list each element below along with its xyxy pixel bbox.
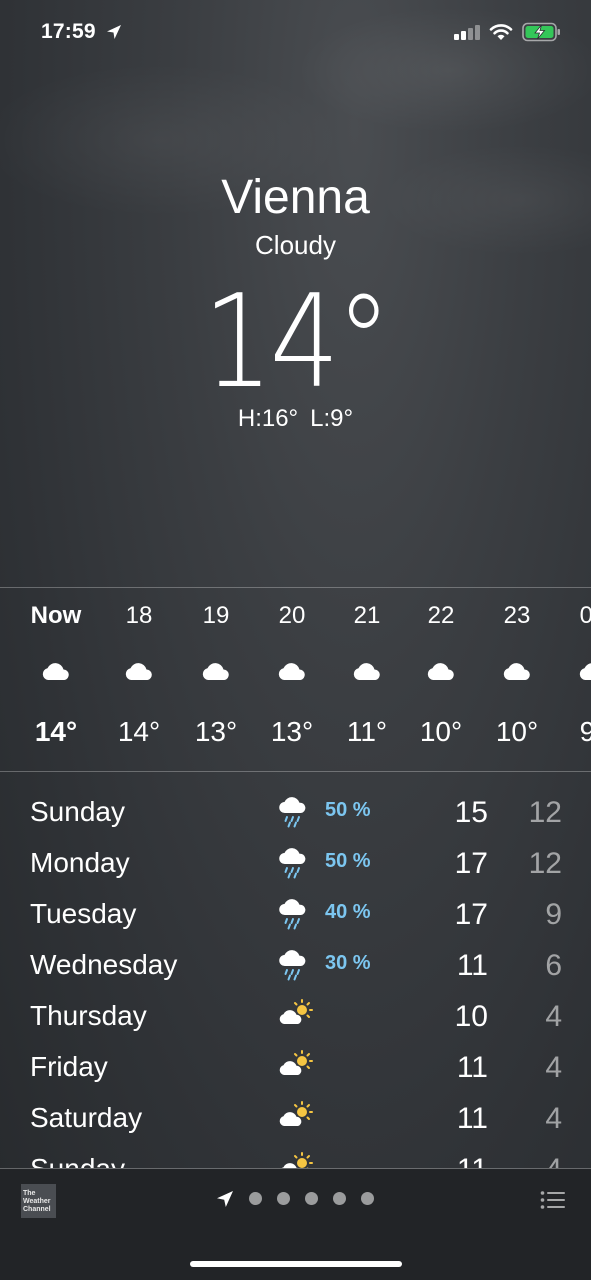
hour-temp: 14°: [34, 716, 78, 747]
rain-cloud-icon: [279, 899, 306, 930]
cloud-icon: [503, 663, 530, 680]
hour-temp: 11°: [346, 716, 388, 747]
day-name: Sunday: [30, 1153, 125, 1168]
divider-toolbar: [0, 1168, 591, 1169]
hour-temp: 9°: [579, 716, 591, 747]
day-name: Monday: [30, 847, 130, 878]
cloud-icon: [353, 663, 380, 680]
daily-row: Saturday 11 4: [0, 1088, 591, 1139]
day-name: Thursday: [30, 1000, 147, 1031]
day-low: 4: [545, 1000, 562, 1033]
day-high: 11: [456, 1102, 488, 1135]
daily-row: Tuesday 40 % 17 9: [0, 884, 591, 935]
day-low: 4: [545, 1051, 562, 1084]
city-name: Vienna: [221, 171, 370, 224]
cloud-icon: [427, 663, 454, 680]
page-dot[interactable]: [305, 1192, 318, 1205]
day-high: 10: [454, 1000, 488, 1033]
cloud-icon: [579, 663, 591, 680]
day-low: 9: [545, 898, 562, 931]
weather-channel-logo[interactable]: The Weather Channel: [21, 1184, 56, 1218]
precip-chance: 50 %: [325, 799, 371, 821]
city-list-icon[interactable]: [540, 1190, 566, 1210]
precip-chance: 50 %: [325, 850, 371, 872]
daily-forecast[interactable]: Sunday 50 % 15 12 Monday 50 % 17 12 Tues…: [0, 772, 591, 1168]
day-high: 15: [454, 796, 488, 829]
day-low: 4: [545, 1102, 562, 1135]
day-high: 17: [454, 898, 488, 931]
home-indicator[interactable]: [190, 1261, 402, 1267]
hour-label: 19: [202, 602, 230, 629]
wifi-icon: [489, 24, 513, 40]
day-low: 4: [500, 1153, 562, 1168]
day-name: Tuesday: [30, 898, 137, 929]
daily-row: Wednesday 30 % 11 6: [0, 935, 591, 986]
daily-row: Friday 11 4: [0, 1037, 591, 1088]
hour-label: 00: [579, 602, 591, 629]
day-high: 17: [454, 847, 488, 880]
precip-chance: 40 %: [325, 901, 371, 923]
day-low: 6: [545, 949, 562, 982]
page-dot[interactable]: [361, 1192, 374, 1205]
cloud-icon: [202, 663, 229, 680]
hour-label: 23: [503, 602, 531, 629]
rain-cloud-icon: [279, 950, 306, 981]
cloud-icon: [278, 663, 305, 680]
cloud-icon: [125, 663, 152, 680]
low-temp: L:9°: [310, 405, 354, 432]
daily-row: Sunday 50 % 15 12: [0, 782, 591, 833]
current-location-icon[interactable]: [216, 1190, 234, 1208]
weather-condition: Cloudy: [255, 230, 336, 260]
day-high: 11: [456, 1051, 488, 1084]
day-name: Sunday: [30, 796, 125, 827]
partly-sunny-icon: [279, 999, 313, 1024]
day-high: 11: [420, 1153, 488, 1168]
hour-label: 22: [427, 602, 455, 629]
hour-temp: 13°: [194, 716, 238, 747]
day-name: Wednesday: [30, 949, 178, 980]
page-dot[interactable]: [333, 1192, 346, 1205]
location-arrow-icon: [107, 25, 121, 39]
high-temp: H:16°: [237, 405, 299, 432]
status-time: 17:59: [41, 20, 96, 43]
hour-temp: 10°: [495, 716, 539, 747]
day-high: 11: [456, 949, 488, 982]
rain-cloud-icon: [279, 797, 306, 828]
hour-label: 21: [353, 602, 381, 629]
precip-chance: 30 %: [325, 952, 371, 974]
hour-temp: 13°: [270, 716, 314, 747]
high-low: H:16° L:9°: [0, 405, 591, 433]
current-temperature: 14°: [203, 268, 391, 417]
daily-row: Monday 50 % 17 12: [0, 833, 591, 884]
day-low: 12: [528, 796, 562, 829]
partly-sunny-icon: [279, 1050, 313, 1075]
day-name: Friday: [30, 1051, 108, 1082]
hourly-forecast[interactable]: Now 14° 18 14° 19 13° 20 13° 21 11° 22 1…: [0, 588, 591, 772]
cloud-icon: [42, 663, 69, 680]
hour-temp: 14°: [117, 716, 161, 747]
hour-label: 20: [278, 602, 306, 629]
partly-sunny-icon: [279, 1101, 313, 1126]
cellular-signal-icon: [454, 24, 482, 40]
hour-temp: 10°: [419, 716, 463, 747]
partly-sunny-icon: [281, 1152, 313, 1168]
page-dot[interactable]: [249, 1192, 262, 1205]
day-low: 12: [528, 847, 562, 880]
day-name: Saturday: [30, 1102, 143, 1133]
page-dot[interactable]: [277, 1192, 290, 1205]
battery-charging-icon: [522, 22, 560, 42]
daily-row: Thursday 10 4: [0, 986, 591, 1037]
hour-label: 18: [125, 602, 153, 629]
rain-cloud-icon: [279, 848, 306, 879]
daily-row: Sunday 11 4: [0, 1139, 591, 1168]
hour-label: Now: [30, 602, 82, 629]
